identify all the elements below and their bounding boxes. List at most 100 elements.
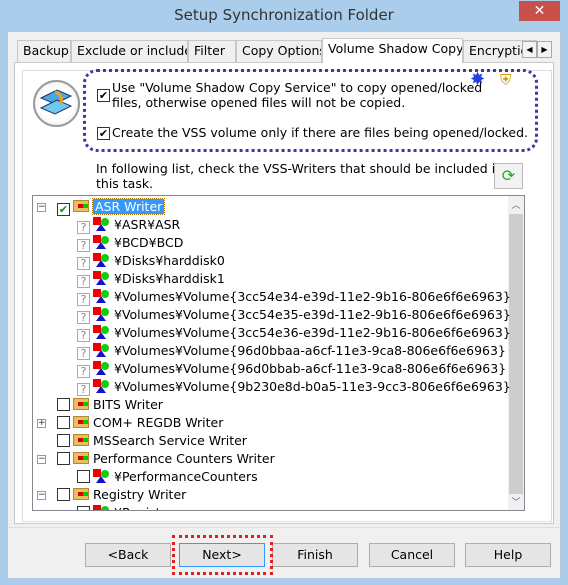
tree-item-label: ¥Volumes¥Volume{3cc54e35-e39d-11e2-9b16-… xyxy=(114,307,511,322)
tab-filter[interactable]: Filter xyxy=(188,40,236,62)
tree-item-checkbox[interactable]: ? xyxy=(77,221,90,234)
divider xyxy=(8,527,560,528)
tree-item-checkbox[interactable] xyxy=(57,416,70,429)
component-icon xyxy=(93,469,111,483)
tree-item-checkbox[interactable] xyxy=(57,398,70,411)
tree-item-checkbox[interactable]: ? xyxy=(77,293,90,306)
use-vss-label-line2: files, otherwise opened files will not b… xyxy=(112,95,406,110)
component-icon xyxy=(93,289,111,303)
tree-writer-item[interactable]: COM+ REGDB Writer xyxy=(57,414,223,432)
vss-only-if-open-checkbox[interactable]: ✔ xyxy=(97,127,110,140)
back-button[interactable]: <Back xyxy=(85,543,171,567)
component-icon xyxy=(93,307,111,321)
next-button-highlight xyxy=(172,535,273,575)
scroll-down-icon[interactable]: ﹀ xyxy=(508,495,524,508)
tab-backup[interactable]: Backup xyxy=(17,40,71,62)
component-icon xyxy=(93,505,111,510)
tree-item-label: Registry Writer xyxy=(93,487,187,502)
tree-writer-item[interactable]: BITS Writer xyxy=(57,396,163,414)
finish-button[interactable]: Finish xyxy=(272,543,358,567)
tree-component-item[interactable]: ? ¥Volumes¥Volume{3cc54e35-e39d-11e2-9b16… xyxy=(77,306,511,324)
tree-item-label: ¥Volumes¥Volume{96d0bbab-a6cf-11e3-9ca8-… xyxy=(114,361,507,376)
refresh-icon: ⟳ xyxy=(501,166,516,185)
tab-exclude-or-include[interactable]: Exclude or include xyxy=(71,40,188,62)
cancel-button[interactable]: Cancel xyxy=(369,543,455,567)
tree-item-label: ¥Volumes¥Volume{3cc54e34-e39d-11e2-9b16-… xyxy=(114,289,511,304)
refresh-writers-button[interactable]: ⟳ xyxy=(494,163,523,189)
tree-item-checkbox[interactable]: ? xyxy=(77,365,90,378)
tree-component-item[interactable]: ? ¥Volumes¥Volume{96d0bbaa-a6cf-11e3-9ca8… xyxy=(77,342,506,360)
tree-item-label: ¥BCD¥BCD xyxy=(114,235,184,250)
tree-item-checkbox[interactable] xyxy=(57,434,70,447)
writer-folder-icon xyxy=(73,416,89,428)
scrollbar-thumb[interactable] xyxy=(509,214,523,494)
tree-component-item[interactable]: ? ¥ASR¥ASR xyxy=(77,216,180,234)
tree-item-checkbox[interactable] xyxy=(57,488,70,501)
window-title: Setup Synchronization Folder xyxy=(174,6,394,24)
vss-logo-icon xyxy=(33,80,80,127)
tree-item-checkbox[interactable]: ? xyxy=(77,239,90,252)
tree-component-item[interactable]: ? ¥Disks¥harddisk1 xyxy=(77,270,225,288)
writer-folder-icon xyxy=(73,434,89,446)
use-vss-label-line1: Use "Volume Shadow Copy Service" to copy… xyxy=(112,80,483,95)
tree-component-item[interactable]: ? ¥Volumes¥Volume{3cc54e34-e39d-11e2-9b16… xyxy=(77,288,511,306)
tree-item-label: Performance Counters Writer xyxy=(93,451,275,466)
writer-folder-icon xyxy=(73,488,89,500)
tab-volume-shadow-copy[interactable]: Volume Shadow Copy xyxy=(322,38,463,63)
tree-component-item[interactable]: ? ¥Volumes¥Volume{3cc54e36-e39d-11e2-9b16… xyxy=(77,324,511,342)
tree-component-item[interactable]: ? ¥Volumes¥Volume{96d0bbab-a6cf-11e3-9ca8… xyxy=(77,360,506,378)
component-icon xyxy=(93,217,111,231)
tree-item-checkbox[interactable]: ? xyxy=(77,257,90,270)
tree-item-checkbox[interactable]: ✔ xyxy=(57,203,70,216)
uac-shield-icon: ⛨ xyxy=(500,71,512,89)
tree-item-label: MSSearch Service Writer xyxy=(93,433,247,448)
collapse-icon[interactable]: − xyxy=(37,203,46,212)
tree-writer-item[interactable]: Performance Counters Writer xyxy=(57,450,275,468)
tree-item-checkbox[interactable]: ? xyxy=(77,329,90,342)
tree-item-checkbox[interactable] xyxy=(57,452,70,465)
tree-item-checkbox[interactable] xyxy=(77,506,90,510)
vss-writers-tree[interactable]: ︿ ﹀ − ✔ ASR Writer? ¥ASR¥ASR? ¥BCD¥BCD ? ¥Disk… xyxy=(32,195,525,511)
tree-item-checkbox[interactable] xyxy=(77,470,90,483)
collapse-icon[interactable]: − xyxy=(37,491,46,500)
instructions-line2: this task. xyxy=(96,176,154,191)
tree-item-label: BITS Writer xyxy=(93,397,163,412)
tree-component-item[interactable]: ? ¥Disks¥harddisk0 xyxy=(77,252,225,270)
component-icon xyxy=(93,253,111,267)
tree-item-label: ASR Writer xyxy=(91,198,166,215)
scroll-up-icon[interactable]: ︿ xyxy=(508,198,524,211)
sparkle-icon: ✸ xyxy=(470,69,486,90)
help-button[interactable]: Help xyxy=(465,543,551,567)
collapse-icon[interactable]: − xyxy=(37,455,46,464)
component-icon xyxy=(93,235,111,249)
vss-only-if-open-label: Create the VSS volume only if there are … xyxy=(112,125,529,140)
tree-item-checkbox[interactable]: ? xyxy=(77,347,90,360)
tree-scrollbar[interactable]: ︿ ﹀ xyxy=(508,196,524,510)
writer-folder-icon xyxy=(73,398,89,410)
tree-component-item[interactable]: ¥Registry xyxy=(77,504,173,510)
tree-item-label: ¥Registry xyxy=(114,505,173,510)
tree-component-item[interactable]: ? ¥BCD¥BCD xyxy=(77,234,183,252)
writer-folder-icon xyxy=(73,452,89,464)
tree-writer-item[interactable]: Registry Writer xyxy=(57,486,186,504)
tree-item-checkbox[interactable]: ? xyxy=(77,275,90,288)
tree-item-label: ¥PerformanceCounters xyxy=(114,469,258,484)
dialog-window: Setup Synchronization Folder ✕ Backup Ex… xyxy=(0,0,568,585)
tree-item-label: ¥ASR¥ASR xyxy=(114,217,181,232)
tree-item-checkbox[interactable]: ? xyxy=(77,311,90,324)
tree-item-checkbox[interactable]: ? xyxy=(77,383,90,396)
tree-component-item[interactable]: ? ¥Volumes¥Volume{9b230e8d-b0a5-11e3-9cc3… xyxy=(77,378,511,396)
component-icon xyxy=(93,361,111,375)
close-button[interactable]: ✕ xyxy=(519,1,560,21)
expand-icon[interactable]: + xyxy=(37,419,46,428)
tree-writer-item[interactable]: ✔ ASR Writer xyxy=(57,198,166,216)
tab-copy-options[interactable]: Copy Options xyxy=(236,40,322,62)
use-vss-checkbox[interactable]: ✔ xyxy=(97,89,110,102)
tab-scroll-right-button[interactable]: ▶ xyxy=(537,41,552,58)
tree-item-label: ¥Volumes¥Volume{96d0bbaa-a6cf-11e3-9ca8-… xyxy=(114,343,506,358)
component-icon xyxy=(93,379,111,393)
tab-scroll-left-button[interactable]: ◀ xyxy=(522,41,537,58)
tree-component-item[interactable]: ¥PerformanceCounters xyxy=(77,468,258,486)
component-icon xyxy=(93,271,111,285)
tree-writer-item[interactable]: MSSearch Service Writer xyxy=(57,432,247,450)
